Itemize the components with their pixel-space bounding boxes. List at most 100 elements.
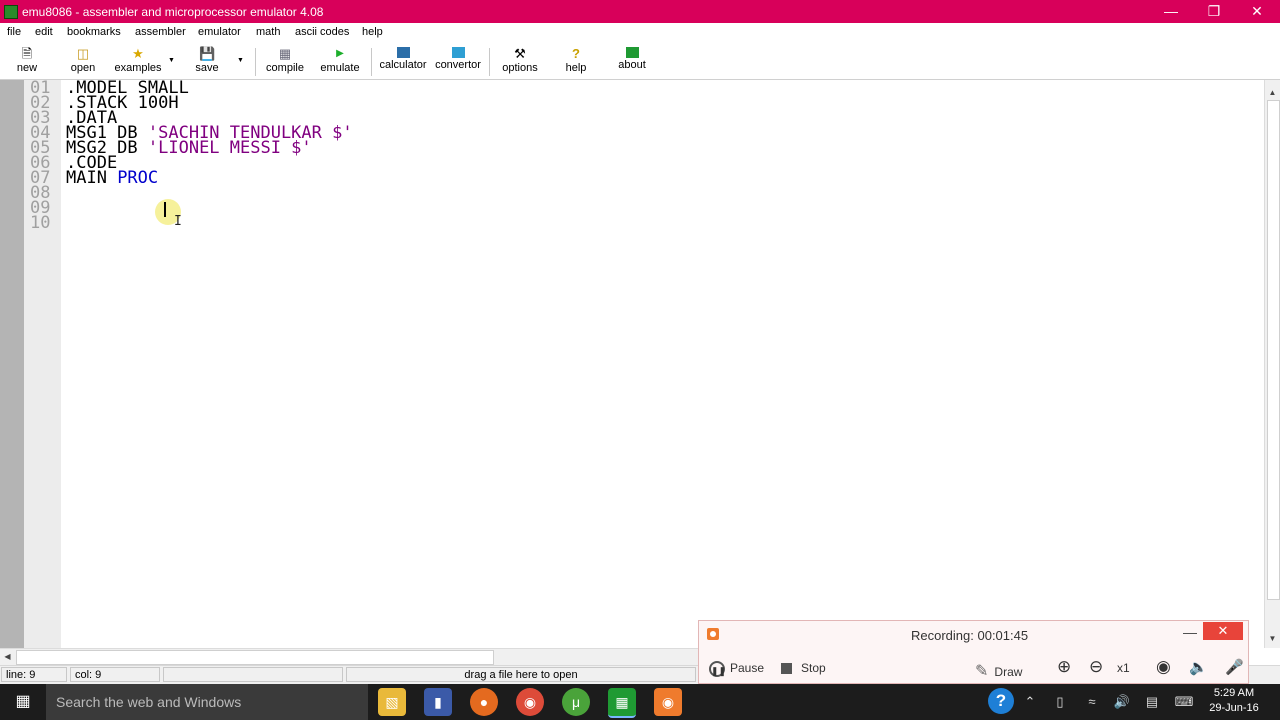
zoom-in-icon[interactable]: ⊕ — [1057, 657, 1071, 677]
vertical-scroll-thumb[interactable] — [1267, 100, 1280, 600]
examples-dropdown-icon[interactable]: ▼ — [168, 57, 175, 64]
menu-ascii-codes[interactable]: ascii codes — [295, 26, 349, 38]
toolbar-divider — [371, 48, 372, 76]
menu-help[interactable]: help — [362, 26, 383, 38]
window-title: emu8086 - assembler and microprocessor e… — [22, 5, 324, 19]
calculator-icon — [396, 47, 410, 58]
taskbar-search-input[interactable]: Search the web and Windows — [46, 684, 368, 720]
toolbar-divider — [489, 48, 490, 76]
new-file-icon: 🗎 — [21, 46, 33, 61]
recorder-taskbar-icon[interactable]: ◉ — [654, 688, 682, 716]
help-button[interactable]: ? help — [561, 44, 591, 78]
about-chip-icon — [625, 47, 639, 58]
pen-icon: ✎ — [975, 663, 989, 680]
menu-math[interactable]: math — [256, 26, 280, 38]
close-button[interactable]: ✕ — [1234, 0, 1280, 23]
webcam-icon[interactable]: ◉ — [1156, 657, 1171, 677]
zoom-out-icon[interactable]: ⊖ — [1089, 657, 1103, 677]
close-icon: ✕ — [1251, 3, 1263, 19]
bookmark-margin[interactable] — [0, 80, 24, 648]
question-icon: ? — [572, 46, 580, 61]
save-button[interactable]: 💾 save — [190, 44, 224, 78]
options-button[interactable]: ⚒ options — [497, 44, 543, 78]
status-empty — [163, 667, 343, 682]
start-windows-icon[interactable]: ▦ — [0, 684, 46, 720]
minimize-button[interactable]: — — [1148, 0, 1194, 23]
new-button[interactable]: 🗎 new — [10, 44, 44, 78]
menu-file[interactable]: file — [7, 26, 21, 38]
scroll-up-icon[interactable]: ▲ — [1265, 86, 1280, 100]
restore-button[interactable]: ❐ — [1191, 0, 1237, 23]
emulate-button[interactable]: ▶ emulate — [316, 44, 364, 78]
clock-time: 5:29 AM — [1213, 687, 1255, 699]
notification-icon[interactable]: ▤ — [1140, 684, 1164, 720]
utorrent-icon[interactable]: μ — [562, 688, 590, 716]
microphone-icon[interactable]: 🎤 — [1225, 658, 1244, 676]
code-line: MAIN PROC — [66, 168, 159, 188]
chrome-icon[interactable]: ◉ — [516, 688, 544, 716]
status-line: line: 9 — [1, 667, 67, 682]
recorder-header: Recording: 00:01:45 — ✕ — [699, 621, 1248, 649]
recorder-logo-icon — [707, 628, 719, 640]
scroll-left-icon[interactable]: ◀ — [0, 649, 15, 665]
tools-icon: ⚒ — [514, 46, 526, 61]
document-app-icon[interactable]: ▮ — [424, 688, 452, 716]
status-column: col: 9 — [70, 667, 160, 682]
recording-timer: Recording: 00:01:45 — [911, 628, 1029, 643]
menu-assembler[interactable]: assembler — [135, 26, 186, 38]
keyboard-icon[interactable]: ⌨ — [1170, 684, 1198, 720]
chevron-up-icon[interactable]: ⌃ — [1020, 684, 1040, 720]
open-folder-icon: ◫ — [76, 46, 90, 61]
play-icon: ▶ — [336, 48, 344, 59]
menu-bar: file edit bookmarks assembler emulator m… — [0, 23, 1280, 42]
stop-icon — [781, 663, 792, 675]
string-literal: 'LIONEL MESSI $' — [147, 138, 312, 158]
about-button[interactable]: about — [613, 44, 651, 78]
horizontal-scroll-thumb[interactable] — [16, 650, 494, 665]
toolbar-divider — [255, 48, 256, 76]
minimize-icon: — — [1164, 3, 1178, 19]
file-explorer-icon[interactable]: ▧ — [378, 688, 406, 716]
examples-button[interactable]: ★ examples — [112, 44, 164, 78]
ibeam-cursor-icon: I — [174, 214, 182, 229]
help-circle-icon[interactable]: ? — [986, 684, 1016, 720]
code-editor[interactable]: 01 02 03 04 05 06 07 08 09 10 .MODEL SMA… — [0, 80, 1264, 648]
open-button[interactable]: ◫ open — [63, 44, 103, 78]
draw-button[interactable]: ✎ Draw — [975, 661, 1022, 681]
horizontal-scrollbar[interactable]: ◀ — [0, 648, 700, 665]
volume-icon[interactable]: 🔊 — [1110, 684, 1134, 720]
battery-icon[interactable]: ▯ — [1048, 684, 1072, 720]
windows-taskbar: ▦ Search the web and Windows ▧ ▮ ● ◉ μ ▦… — [0, 684, 1280, 720]
restore-icon: ❐ — [1207, 3, 1221, 19]
save-dropdown-icon[interactable]: ▼ — [237, 57, 244, 64]
star-icon: ★ — [132, 46, 144, 61]
screen-recorder-panel: Recording: 00:01:45 — ✕ ❚❚ Pause Stop ✎ Dr… — [698, 620, 1249, 684]
calculator-button[interactable]: calculator — [376, 44, 430, 78]
convertor-button[interactable]: convertor — [432, 44, 484, 78]
pause-button[interactable]: ❚❚ Pause — [709, 661, 764, 677]
toolbar: 🗎 new ◫ open ★ examples ▼ 💾 save ▼ ▦ com… — [0, 42, 1280, 80]
vertical-scrollbar[interactable]: ▲ ▼ — [1264, 80, 1280, 648]
compile-icon: ▦ — [278, 46, 292, 61]
status-hint: drag a file here to open — [346, 667, 696, 682]
convertor-icon — [451, 47, 465, 58]
compile-button[interactable]: ▦ compile — [262, 44, 308, 78]
menu-emulator[interactable]: emulator — [198, 26, 241, 38]
floppy-disk-icon: 💾 — [199, 46, 216, 61]
keyword: PROC — [117, 168, 159, 188]
app-icon — [4, 5, 18, 19]
line-number-gutter: 01 02 03 04 05 06 07 08 09 10 — [24, 80, 61, 648]
recorder-minimize-button[interactable]: — — [1183, 624, 1197, 640]
taskbar-clock[interactable]: 5:29 AM 29-Jun-16 — [1204, 686, 1264, 716]
menu-edit[interactable]: edit — [35, 26, 53, 38]
wifi-icon[interactable]: ≈ — [1080, 684, 1104, 720]
firefox-icon[interactable]: ● — [470, 688, 498, 716]
recorder-close-button[interactable]: ✕ — [1203, 622, 1243, 640]
stop-button[interactable]: Stop — [781, 661, 826, 675]
line-number: 10 — [30, 213, 51, 233]
emu8086-taskbar-icon[interactable]: ▦ — [608, 688, 636, 718]
speaker-icon[interactable]: 🔈 — [1189, 658, 1208, 676]
scroll-down-icon[interactable]: ▼ — [1265, 632, 1280, 646]
title-bar: emu8086 - assembler and microprocessor e… — [0, 0, 1280, 23]
menu-bookmarks[interactable]: bookmarks — [67, 26, 121, 38]
